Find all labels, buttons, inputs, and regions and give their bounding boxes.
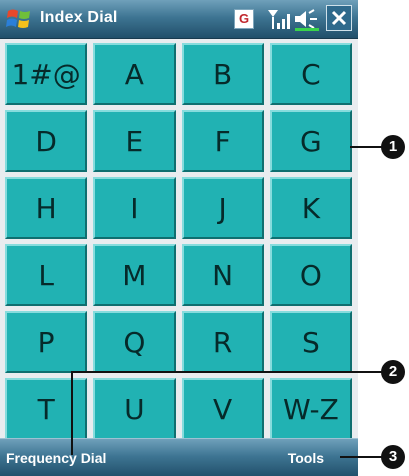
key-l[interactable]: L [5, 244, 88, 306]
title-bar: Index Dial G [0, 0, 358, 39]
softkey-bar: Frequency Dial Tools [0, 438, 358, 476]
key-d[interactable]: D [5, 110, 88, 172]
key-t[interactable]: T [5, 378, 88, 440]
key-h[interactable]: H [5, 177, 88, 239]
key-p[interactable]: P [5, 311, 88, 373]
key-w-z[interactable]: W-Z [269, 378, 352, 440]
key-n[interactable]: N [181, 244, 264, 306]
key-i[interactable]: I [93, 177, 176, 239]
signal-icon[interactable] [266, 7, 290, 31]
volume-icon[interactable] [292, 7, 322, 31]
windows-start-icon[interactable] [5, 5, 33, 33]
key-k[interactable]: K [269, 177, 352, 239]
index-key-grid: 1#@ A B C D E F G H I J K L M N O P Q R … [5, 43, 352, 440]
key-q[interactable]: Q [93, 311, 176, 373]
key-o[interactable]: O [269, 244, 352, 306]
key-u[interactable]: U [93, 378, 176, 440]
key-r[interactable]: R [181, 311, 264, 373]
callout-badge-3: 3 [381, 445, 405, 469]
key-f[interactable]: F [181, 110, 264, 172]
key-a[interactable]: A [93, 43, 176, 105]
app-title: Index Dial [40, 9, 118, 26]
key-m[interactable]: M [93, 244, 176, 306]
key-e[interactable]: E [93, 110, 176, 172]
key-1#@[interactable]: 1#@ [5, 43, 88, 105]
phone-screen: Index Dial G 1#@ A B C D E F G H I J K L… [0, 0, 358, 476]
key-v[interactable]: V [181, 378, 264, 440]
g-status-icon[interactable]: G [234, 9, 254, 29]
frequency-dial-softkey[interactable]: Frequency Dial [6, 450, 106, 466]
key-j[interactable]: J [181, 177, 264, 239]
key-g[interactable]: G [269, 110, 352, 172]
key-s[interactable]: S [269, 311, 352, 373]
callout-badge-2: 2 [381, 360, 405, 384]
key-b[interactable]: B [181, 43, 264, 105]
tools-softkey[interactable]: Tools [288, 450, 324, 466]
close-icon[interactable] [326, 5, 352, 31]
key-c[interactable]: C [269, 43, 352, 105]
callout-badge-1: 1 [381, 135, 405, 159]
